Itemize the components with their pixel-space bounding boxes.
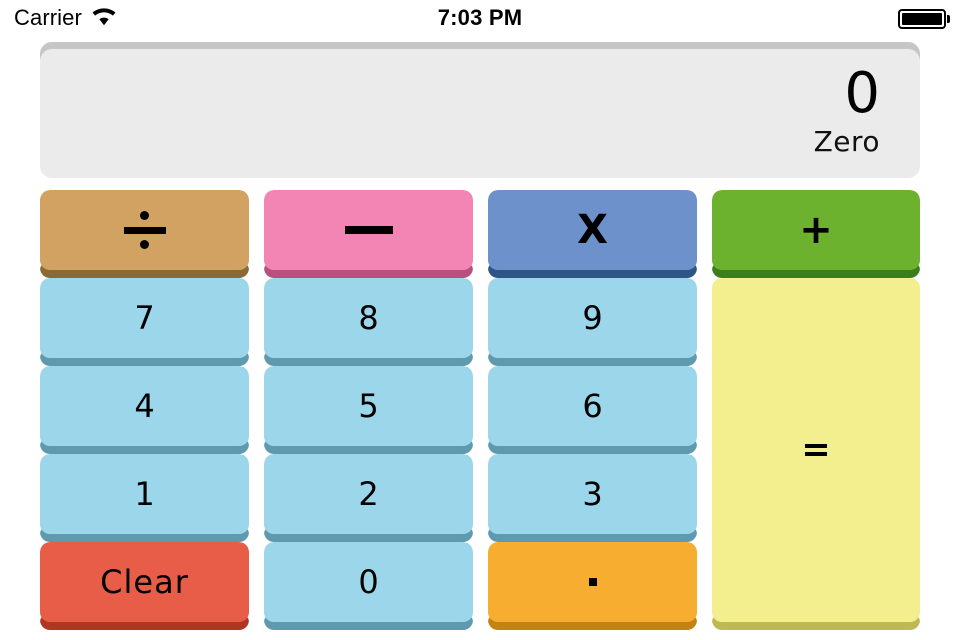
digit-5-button[interactable]: 5 — [264, 366, 473, 454]
digit-8-label: 8 — [358, 299, 379, 337]
digit-5-label: 5 — [358, 387, 379, 425]
digit-2-button[interactable]: 2 — [264, 454, 473, 542]
clear-button[interactable]: Clear — [40, 542, 249, 630]
status-bar: Carrier 7:03 PM — [0, 0, 960, 36]
calculator-display: 0 Zero — [40, 42, 920, 178]
display-value-in-words: Zero — [813, 125, 880, 158]
decimal-point-button[interactable] — [488, 542, 697, 630]
battery-full-icon — [898, 9, 950, 29]
display-value: 0 — [844, 61, 880, 126]
clear-label: Clear — [100, 563, 189, 601]
multiply-button[interactable]: X — [488, 190, 697, 278]
digit-4-label: 4 — [134, 387, 155, 425]
digit-4-button[interactable]: 4 — [40, 366, 249, 454]
plus-button[interactable]: + — [712, 190, 920, 278]
equals-button[interactable] — [712, 278, 920, 630]
digit-6-button[interactable]: 6 — [488, 366, 697, 454]
digit-3-button[interactable]: 3 — [488, 454, 697, 542]
status-bar-clock: 7:03 PM — [437, 5, 523, 30]
digit-2-label: 2 — [358, 475, 379, 513]
calculator-keypad: X + 7 8 9 4 5 6 1 2 3 Clear 0 — [40, 190, 920, 630]
divide-icon — [123, 210, 166, 250]
divide-button[interactable] — [40, 190, 249, 278]
digit-7-label: 7 — [134, 299, 155, 337]
digit-3-label: 3 — [582, 475, 603, 513]
digit-9-label: 9 — [582, 299, 603, 337]
decimal-point-icon — [588, 578, 597, 586]
plus-icon: + — [799, 207, 833, 253]
digit-6-label: 6 — [582, 387, 603, 425]
digit-9-button[interactable]: 9 — [488, 278, 697, 366]
minus-icon — [344, 226, 393, 234]
digit-0-button[interactable]: 0 — [264, 542, 473, 630]
digit-1-button[interactable]: 1 — [40, 454, 249, 542]
multiply-icon: X — [577, 207, 608, 253]
digit-8-button[interactable]: 8 — [264, 278, 473, 366]
minus-button[interactable] — [264, 190, 473, 278]
digit-7-button[interactable]: 7 — [40, 278, 249, 366]
digit-0-label: 0 — [358, 563, 379, 601]
digit-1-label: 1 — [134, 475, 155, 513]
equals-icon — [805, 443, 827, 457]
